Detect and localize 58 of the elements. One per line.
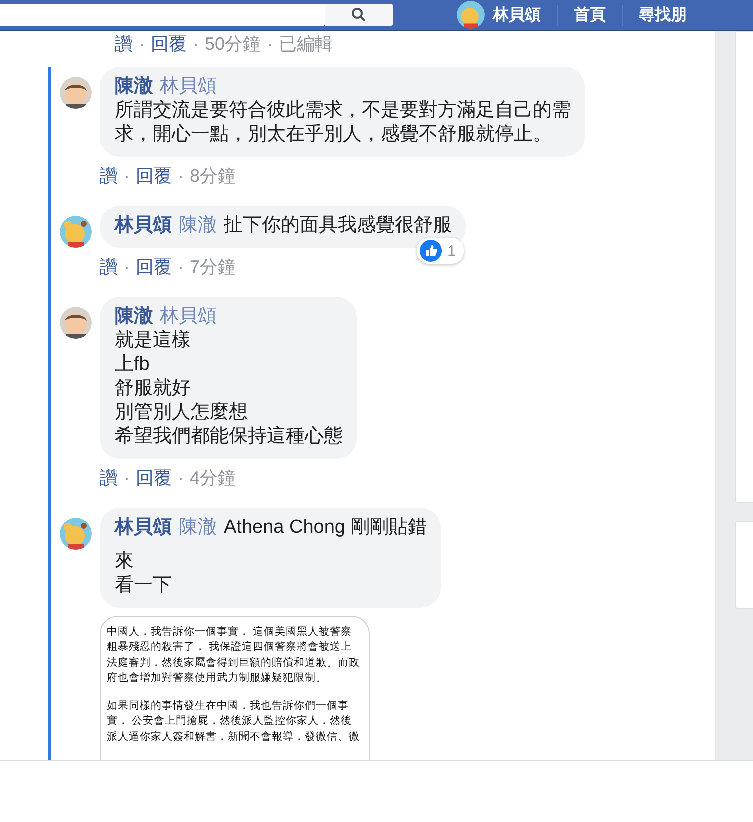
screenshot-text: 實， 公安會上門搶屍，然後派人監控你家人，然後 <box>107 714 352 730</box>
comment-author[interactable]: 林貝頌 <box>115 516 172 540</box>
scrollbar-track[interactable] <box>715 31 735 760</box>
reply-link[interactable]: 回覆 <box>136 255 172 279</box>
comment-text: 別管別人怎麼想 <box>115 401 249 425</box>
comment-text: Athena Chong 剛剛貼錯 <box>224 516 427 540</box>
edited-label: 已編輯 <box>279 33 334 56</box>
nav-link[interactable]: 首頁 <box>557 4 622 26</box>
separator: · <box>124 166 130 186</box>
reply-link[interactable]: 回覆 <box>136 466 172 490</box>
comment-text: 所謂交流是要符合彼此需求，不是要對方滿足自己的需 <box>115 99 571 123</box>
screenshot-text: 府也會增加對警察使用武力制服嫌疑犯限制。 <box>107 670 327 686</box>
mention-link[interactable]: 陳澈 <box>179 214 217 238</box>
screenshot-text: 如果同樣的事情發生在中國，我也告訴你們一個事 <box>107 699 349 714</box>
avatar[interactable] <box>60 518 92 550</box>
mention-link[interactable]: 林貝頌 <box>160 305 217 329</box>
comment-text: 看一下 <box>115 574 173 598</box>
separator: · <box>139 34 145 54</box>
search-button[interactable] <box>325 4 393 26</box>
separator: · <box>124 256 130 278</box>
comment-text: 求，開心一點，別太在乎別人，感覺不舒服就停止。 <box>115 123 553 147</box>
profile-name[interactable]: 林貝頌 <box>493 4 557 26</box>
mention-link[interactable]: 林貝頌 <box>160 75 217 99</box>
separator: · <box>124 468 130 488</box>
search-field[interactable] <box>0 4 325 26</box>
avatar[interactable] <box>60 216 92 248</box>
like-link[interactable]: 讚 <box>100 466 118 490</box>
comment-author[interactable]: 林貝頌 <box>115 214 172 238</box>
profile-avatar[interactable] <box>457 1 485 29</box>
reply-link[interactable]: 回覆 <box>136 164 172 188</box>
comment-text: 就是這樣 <box>115 329 192 353</box>
comment-text: 上fb <box>115 353 151 377</box>
separator: · <box>178 256 184 278</box>
avatar[interactable] <box>60 77 92 109</box>
comment-author[interactable]: 陳澈 <box>115 75 153 99</box>
screenshot-attachment[interactable]: 中國人，我告訴你一個事實， 這個美國黑人被警察 粗暴殘忍的殺害了， 我保證這四個警察將會被送上 法庭審判，然後家屬會得到巨額的賠償和道歉。而政 府也會增加對警察使用武力制服嫌疑犯限制。 如果同樣的事情發生在中國，我也告訴你們一個事 實， 公安會上門搶屍，然後派人監控你家人，然後 派人逼你家人簽和解書，新聞不會報導，發微信、微 <box>100 616 370 760</box>
mention-link[interactable]: 陳澈 <box>179 516 217 540</box>
like-link[interactable]: 讚 <box>115 32 133 56</box>
separator: · <box>178 166 184 186</box>
screenshot-text: 法庭審判，然後家屬會得到巨額的賠償和道歉。而政 <box>107 656 360 671</box>
nav-link[interactable]: 尋找朋 <box>622 4 703 26</box>
comment-text: 來 <box>115 550 135 574</box>
like-link[interactable]: 讚 <box>100 255 118 279</box>
comment-author[interactable]: 陳澈 <box>115 305 153 329</box>
screenshot-text: 派人逼你家人簽和解書，新聞不會報導，發微信、微 <box>107 730 360 745</box>
comment-text: 舒服就好 <box>115 377 192 401</box>
screenshot-text: 粗暴殘忍的殺害了， 我保證這四個警察將會被送上 <box>107 640 352 656</box>
like-link[interactable]: 讚 <box>100 164 118 188</box>
search-icon <box>351 7 367 23</box>
like-reaction-icon <box>420 240 442 262</box>
separator: · <box>193 34 199 54</box>
reply-link[interactable]: 回覆 <box>151 32 187 56</box>
comment-text: 希望我們都能保持這種心態 <box>115 425 343 449</box>
comment-text: 扯下你的面具我感覺很舒服 <box>224 214 452 238</box>
avatar[interactable] <box>60 307 92 339</box>
separator: · <box>178 468 184 488</box>
separator: · <box>267 34 274 54</box>
screenshot-text: 中國人，我告訴你一個事實， 這個美國黑人被警察 <box>107 625 352 640</box>
